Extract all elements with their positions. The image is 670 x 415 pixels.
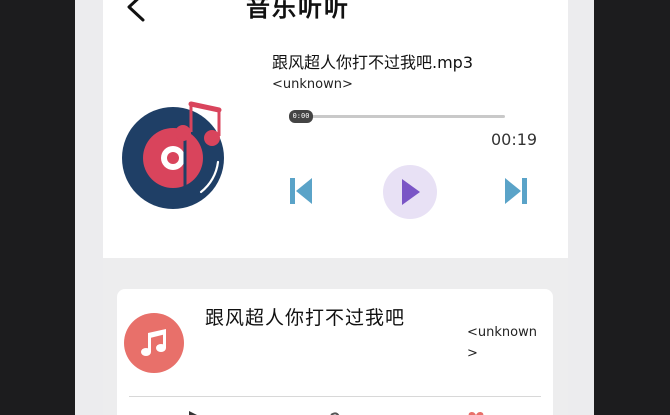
progress-thumb[interactable]: 0:00 xyxy=(289,110,313,123)
skip-next-icon xyxy=(505,178,527,204)
volume-icon xyxy=(330,412,340,415)
play-button[interactable] xyxy=(383,165,437,219)
list-action-favorite[interactable] xyxy=(463,407,489,415)
list-item-icon xyxy=(124,313,184,373)
player-panel: 跟风超人你打不过我吧.mp3 <unknown> 0:00 00:19 xyxy=(103,34,568,258)
play-icon xyxy=(402,179,420,205)
list-action-play[interactable] xyxy=(181,407,207,415)
list-item-artist: <unknown> xyxy=(467,325,537,361)
device-bezel-right xyxy=(568,0,594,415)
now-playing-title: 跟风超人你打不过我吧.mp3 xyxy=(272,53,474,72)
next-button[interactable] xyxy=(501,174,531,208)
previous-button[interactable] xyxy=(286,174,316,208)
skip-previous-icon xyxy=(290,178,312,204)
app-screen: 音乐听听 跟风超人你打不过我吧.mp3 <unknown> 0:00 00:19 xyxy=(103,0,568,415)
divider xyxy=(129,396,541,397)
list-item-title: 跟风超人你打不过我吧 xyxy=(205,307,406,329)
now-playing-artist: <unknown> xyxy=(272,77,353,92)
playlist-item[interactable]: 跟风超人你打不过我吧 <unknown> xyxy=(117,289,553,415)
music-note-icon xyxy=(141,329,166,356)
heart-icon xyxy=(468,412,484,415)
list-action-volume[interactable] xyxy=(323,407,349,415)
progress-bar[interactable]: 0:00 xyxy=(289,110,505,123)
duration-label: 00:19 xyxy=(491,130,538,149)
page-title: 音乐听听 xyxy=(246,0,350,22)
device-bezel-left xyxy=(75,0,103,415)
play-icon xyxy=(189,411,197,415)
vinyl-record-icon xyxy=(122,101,224,209)
app-header: 音乐听听 xyxy=(103,0,568,34)
